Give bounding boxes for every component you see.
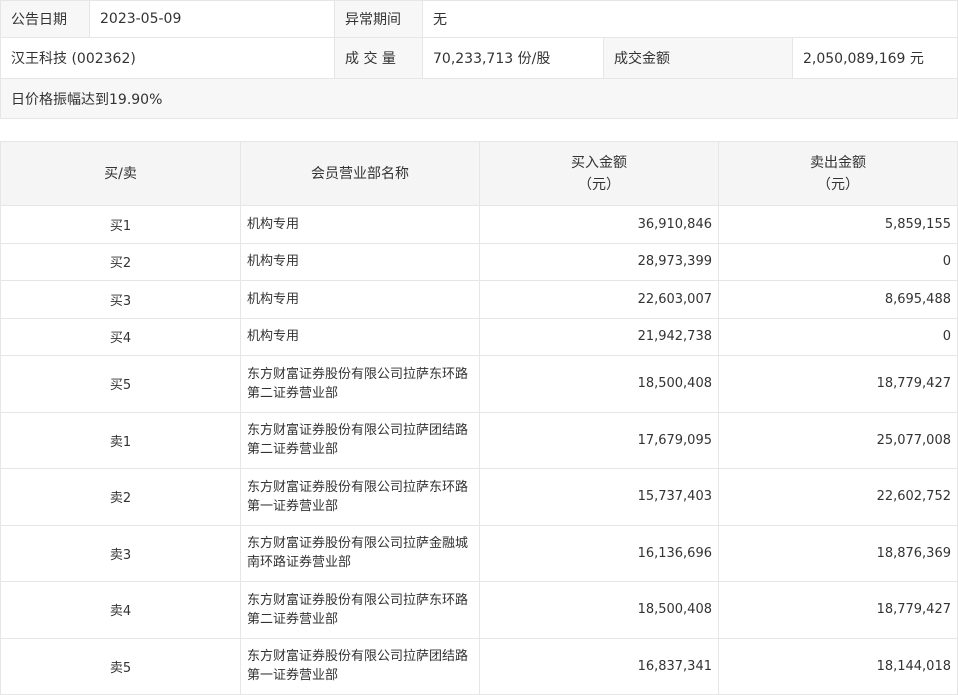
buy-amount-cell: 15,737,403 bbox=[479, 468, 719, 526]
buy-amount-cell: 36,910,846 bbox=[479, 205, 719, 244]
sell-amount-cell: 0 bbox=[718, 317, 958, 356]
buy-amount-cell: 18,500,408 bbox=[479, 355, 719, 413]
member-name-line1: 机构专用 bbox=[247, 254, 300, 270]
table-row: 卖5 东方财富证券股份有限公司拉萨团结路 第一证券营业部 16,837,341 … bbox=[0, 637, 958, 695]
trading-details-table: 买/卖 会员营业部名称 买入金额 （元） 卖出金额 （元） 买1 机构专用 36… bbox=[0, 141, 958, 695]
member-name-cell: 机构专用 bbox=[240, 242, 480, 281]
buy-amount-cell: 22,603,007 bbox=[479, 280, 719, 319]
header-buy-amount-label: 买入金额 bbox=[571, 154, 627, 171]
side-cell: 卖5 bbox=[0, 637, 241, 695]
info-row-reason: 日价格振幅达到19.90% bbox=[0, 78, 958, 119]
member-name-line2: 第二证券营业部 bbox=[247, 385, 339, 401]
info-row-volume: 汉王科技 (002362) 成 交 量 70,233,713 份/股 成交金额 … bbox=[0, 37, 958, 79]
table-row: 买2 机构专用 28,973,399 0 bbox=[0, 242, 958, 281]
member-name-line2: 第二证券营业部 bbox=[247, 611, 339, 627]
side-cell: 买3 bbox=[0, 280, 241, 319]
header-sell-amount: 卖出金额 （元） bbox=[718, 141, 958, 206]
sell-amount-cell: 22,602,752 bbox=[718, 468, 958, 526]
turnover-label: 成交金额 bbox=[603, 37, 793, 79]
abnormal-period-value: 无 bbox=[421, 0, 958, 38]
side-cell: 买5 bbox=[0, 355, 241, 413]
buy-amount-cell: 28,973,399 bbox=[479, 242, 719, 281]
member-name-cell: 机构专用 bbox=[240, 205, 480, 244]
announce-date-label: 公告日期 bbox=[0, 0, 90, 38]
header-side: 买/卖 bbox=[0, 141, 241, 206]
table-row: 卖2 东方财富证券股份有限公司拉萨东环路 第一证券营业部 15,737,403 … bbox=[0, 468, 958, 526]
member-name-cell: 东方财富证券股份有限公司拉萨东环路 第一证券营业部 bbox=[240, 468, 480, 526]
side-cell: 买4 bbox=[0, 317, 241, 356]
header-sell-amount-label: 卖出金额 bbox=[810, 154, 866, 171]
table-row: 买3 机构专用 22,603,007 8,695,488 bbox=[0, 280, 958, 319]
member-name-line1: 机构专用 bbox=[247, 329, 300, 345]
sell-amount-cell: 8,695,488 bbox=[718, 280, 958, 319]
member-name-cell: 机构专用 bbox=[240, 280, 480, 319]
member-name-line1: 东方财富证券股份有限公司拉萨金融城 bbox=[247, 536, 469, 552]
sell-amount-cell: 18,779,427 bbox=[718, 581, 958, 639]
sell-amount-cell: 25,077,008 bbox=[718, 411, 958, 469]
table-row: 卖4 东方财富证券股份有限公司拉萨东环路 第二证券营业部 18,500,408 … bbox=[0, 581, 958, 639]
member-name-cell: 东方财富证券股份有限公司拉萨东环路 第二证券营业部 bbox=[240, 581, 480, 639]
member-name-line2: 第二证券营业部 bbox=[247, 442, 339, 458]
member-name-line1: 东方财富证券股份有限公司拉萨东环路 bbox=[247, 366, 469, 382]
member-name-line1: 机构专用 bbox=[247, 291, 300, 307]
sell-amount-cell: 18,779,427 bbox=[718, 355, 958, 413]
header-buy-amount: 买入金额 （元） bbox=[479, 141, 719, 206]
header-buy-amount-unit: （元） bbox=[578, 176, 620, 193]
table-row: 买1 机构专用 36,910,846 5,859,155 bbox=[0, 205, 958, 244]
member-name-cell: 机构专用 bbox=[240, 317, 480, 356]
abnormal-period-label: 异常期间 bbox=[334, 0, 423, 38]
side-cell: 卖1 bbox=[0, 411, 241, 469]
header-sell-amount-unit: （元） bbox=[817, 176, 859, 193]
volume-value: 70,233,713 份/股 bbox=[422, 37, 604, 79]
turnover-value: 2,050,089,169 元 bbox=[791, 37, 958, 79]
member-name-cell: 东方财富证券股份有限公司拉萨东环路 第二证券营业部 bbox=[240, 355, 480, 413]
member-name-cell: 东方财富证券股份有限公司拉萨金融城 南环路证券营业部 bbox=[240, 524, 480, 582]
member-name-line2: 南环路证券营业部 bbox=[247, 555, 352, 571]
member-name-line1: 东方财富证券股份有限公司拉萨东环路 bbox=[247, 592, 469, 608]
side-cell: 卖4 bbox=[0, 581, 241, 639]
stock-name: 汉王科技 (002362) bbox=[0, 37, 335, 79]
table-row: 卖1 东方财富证券股份有限公司拉萨团结路 第二证券营业部 17,679,095 … bbox=[0, 411, 958, 469]
member-name-line2: 第一证券营业部 bbox=[247, 498, 339, 514]
side-cell: 卖2 bbox=[0, 468, 241, 526]
volume-label: 成 交 量 bbox=[334, 37, 423, 79]
info-row-date: 公告日期 2023-05-09 异常期间 无 bbox=[0, 0, 958, 38]
buy-amount-cell: 21,942,738 bbox=[479, 317, 719, 356]
member-name-line1: 东方财富证券股份有限公司拉萨团结路 bbox=[247, 649, 469, 665]
buy-amount-cell: 17,679,095 bbox=[479, 411, 719, 469]
sell-amount-cell: 18,876,369 bbox=[718, 524, 958, 582]
sell-amount-cell: 18,144,018 bbox=[718, 637, 958, 695]
sell-amount-cell: 5,859,155 bbox=[718, 205, 958, 244]
member-name-cell: 东方财富证券股份有限公司拉萨团结路 第二证券营业部 bbox=[240, 411, 480, 469]
side-cell: 买2 bbox=[0, 242, 241, 281]
listing-reason: 日价格振幅达到19.90% bbox=[0, 78, 958, 119]
member-name-cell: 东方财富证券股份有限公司拉萨团结路 第一证券营业部 bbox=[240, 637, 480, 695]
member-name-line1: 东方财富证券股份有限公司拉萨团结路 bbox=[247, 423, 469, 439]
stock-info-table: 公告日期 2023-05-09 异常期间 无 汉王科技 (002362) 成 交… bbox=[0, 0, 958, 119]
sell-amount-cell: 0 bbox=[718, 242, 958, 281]
member-name-line1: 机构专用 bbox=[247, 216, 300, 232]
header-member: 会员营业部名称 bbox=[240, 141, 480, 206]
side-cell: 买1 bbox=[0, 205, 241, 244]
member-name-line2: 第一证券营业部 bbox=[247, 668, 339, 684]
table-header-row: 买/卖 会员营业部名称 买入金额 （元） 卖出金额 （元） bbox=[0, 141, 958, 206]
member-name-line1: 东方财富证券股份有限公司拉萨东环路 bbox=[247, 479, 469, 495]
table-row: 卖3 东方财富证券股份有限公司拉萨金融城 南环路证券营业部 16,136,696… bbox=[0, 524, 958, 582]
table-row: 买5 东方财富证券股份有限公司拉萨东环路 第二证券营业部 18,500,408 … bbox=[0, 355, 958, 413]
table-row: 买4 机构专用 21,942,738 0 bbox=[0, 317, 958, 356]
buy-amount-cell: 16,136,696 bbox=[479, 524, 719, 582]
buy-amount-cell: 16,837,341 bbox=[479, 637, 719, 695]
announce-date-value: 2023-05-09 bbox=[89, 0, 335, 38]
side-cell: 卖3 bbox=[0, 524, 241, 582]
buy-amount-cell: 18,500,408 bbox=[479, 581, 719, 639]
